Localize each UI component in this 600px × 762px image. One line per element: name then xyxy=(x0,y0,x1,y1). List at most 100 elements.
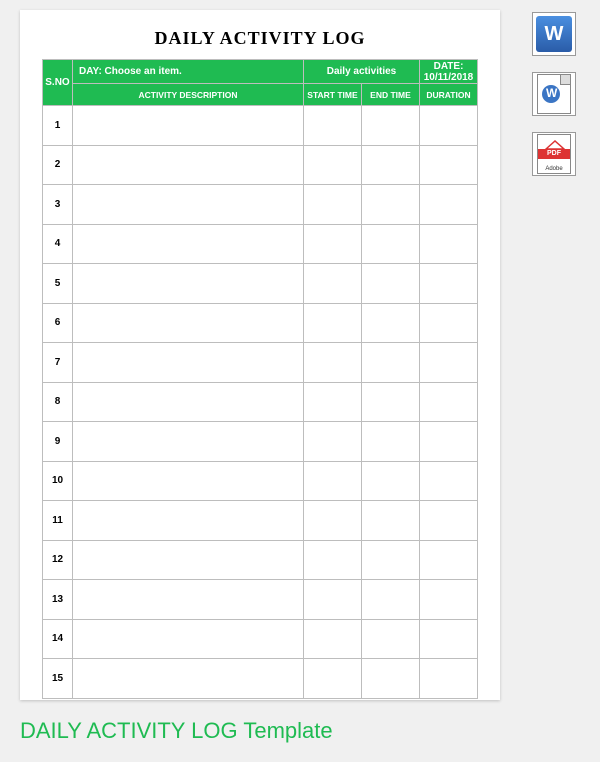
cell[interactable] xyxy=(420,303,478,343)
activity-table: S.NO DAY: Choose an item. Daily activiti… xyxy=(42,59,478,699)
cell[interactable] xyxy=(420,461,478,501)
table-row: 15 xyxy=(43,659,478,699)
page-title: DAILY ACTIVITY LOG xyxy=(42,28,478,49)
cell[interactable] xyxy=(303,659,361,699)
row-number: 3 xyxy=(43,185,73,225)
cell[interactable] xyxy=(361,501,419,541)
cell[interactable] xyxy=(303,540,361,580)
cell[interactable] xyxy=(303,145,361,185)
cell[interactable] xyxy=(420,659,478,699)
cell[interactable] xyxy=(420,501,478,541)
cell[interactable] xyxy=(73,224,304,264)
table-row: 13 xyxy=(43,580,478,620)
cell[interactable] xyxy=(361,382,419,422)
cell[interactable] xyxy=(303,501,361,541)
cell[interactable] xyxy=(73,343,304,383)
cell[interactable] xyxy=(73,303,304,343)
table-row: 4 xyxy=(43,224,478,264)
table-row: 14 xyxy=(43,619,478,659)
cell[interactable] xyxy=(420,580,478,620)
cell[interactable] xyxy=(420,422,478,462)
cell[interactable] xyxy=(303,106,361,146)
cell[interactable] xyxy=(420,224,478,264)
hdr-activities: Daily activities xyxy=(303,60,419,84)
col-sno: S.NO xyxy=(43,60,73,106)
cell[interactable] xyxy=(361,540,419,580)
cell[interactable] xyxy=(303,619,361,659)
hdr-date: DATE: 10/11/2018 xyxy=(420,60,478,84)
cell[interactable] xyxy=(420,185,478,225)
row-number: 4 xyxy=(43,224,73,264)
row-number: 15 xyxy=(43,659,73,699)
cell[interactable] xyxy=(361,106,419,146)
cell[interactable] xyxy=(361,659,419,699)
word-icon: W xyxy=(536,16,572,52)
cell[interactable] xyxy=(303,224,361,264)
cell[interactable] xyxy=(303,264,361,304)
cell[interactable] xyxy=(73,461,304,501)
cell[interactable] xyxy=(73,580,304,620)
cell[interactable] xyxy=(303,185,361,225)
cell[interactable] xyxy=(361,224,419,264)
table-row: 8 xyxy=(43,382,478,422)
cell[interactable] xyxy=(73,382,304,422)
row-number: 8 xyxy=(43,382,73,422)
row-number: 2 xyxy=(43,145,73,185)
table-row: 7 xyxy=(43,343,478,383)
cell[interactable] xyxy=(73,145,304,185)
row-number: 6 xyxy=(43,303,73,343)
cell[interactable] xyxy=(420,382,478,422)
table-row: 9 xyxy=(43,422,478,462)
row-number: 14 xyxy=(43,619,73,659)
caption-light: Template xyxy=(238,718,333,743)
cell[interactable] xyxy=(361,580,419,620)
col-desc: ACTIVITY DESCRIPTION xyxy=(73,84,304,106)
cell[interactable] xyxy=(303,382,361,422)
cell[interactable] xyxy=(361,461,419,501)
cell[interactable] xyxy=(361,303,419,343)
cell[interactable] xyxy=(303,303,361,343)
cell[interactable] xyxy=(303,422,361,462)
cell[interactable] xyxy=(73,659,304,699)
cell[interactable] xyxy=(303,461,361,501)
cell[interactable] xyxy=(303,580,361,620)
pdf-band: PDF xyxy=(538,149,570,159)
word-alt-icon-button[interactable] xyxy=(532,72,576,116)
download-icons: W PDF Adobe xyxy=(532,12,580,176)
cell[interactable] xyxy=(73,619,304,659)
pdf-icon: PDF Adobe xyxy=(537,134,571,174)
cell[interactable] xyxy=(361,185,419,225)
cell[interactable] xyxy=(420,106,478,146)
cell[interactable] xyxy=(303,343,361,383)
cell[interactable] xyxy=(73,540,304,580)
cell[interactable] xyxy=(73,106,304,146)
word-icon-button[interactable]: W xyxy=(532,12,576,56)
cell[interactable] xyxy=(361,343,419,383)
pdf-brand: Adobe xyxy=(538,166,570,172)
col-end: END TIME xyxy=(361,84,419,106)
pdf-icon-button[interactable]: PDF Adobe xyxy=(532,132,576,176)
cell[interactable] xyxy=(420,343,478,383)
cell[interactable] xyxy=(73,501,304,541)
cell[interactable] xyxy=(361,422,419,462)
cell[interactable] xyxy=(420,540,478,580)
table-row: 5 xyxy=(43,264,478,304)
row-number: 5 xyxy=(43,264,73,304)
row-number: 7 xyxy=(43,343,73,383)
cell[interactable] xyxy=(361,619,419,659)
caption-strong: DAILY ACTIVITY LOG xyxy=(20,718,238,743)
row-number: 1 xyxy=(43,106,73,146)
cell[interactable] xyxy=(73,185,304,225)
table-row: 1 xyxy=(43,106,478,146)
table-row: 10 xyxy=(43,461,478,501)
cell[interactable] xyxy=(420,264,478,304)
cell[interactable] xyxy=(73,422,304,462)
cell[interactable] xyxy=(420,145,478,185)
table-row: 6 xyxy=(43,303,478,343)
cell[interactable] xyxy=(361,145,419,185)
cell[interactable] xyxy=(73,264,304,304)
table-row: 2 xyxy=(43,145,478,185)
cell[interactable] xyxy=(361,264,419,304)
col-dur: DURATION xyxy=(420,84,478,106)
cell[interactable] xyxy=(420,619,478,659)
